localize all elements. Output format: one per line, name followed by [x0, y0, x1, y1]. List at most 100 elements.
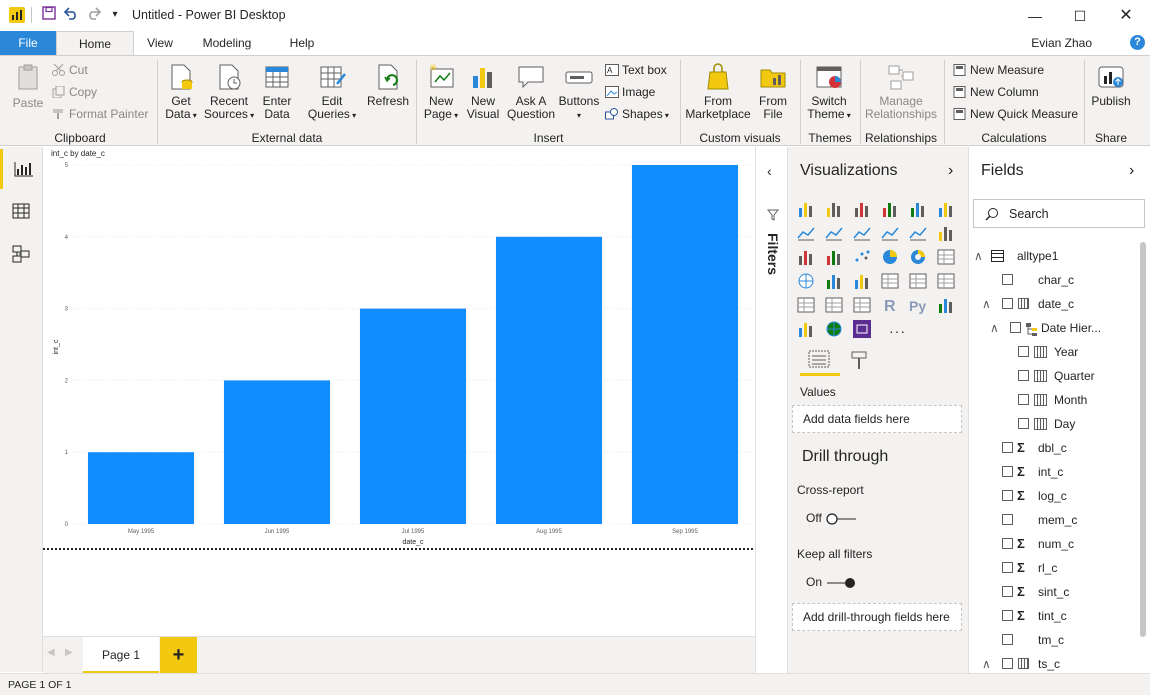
field-item[interactable]: Month	[969, 389, 1139, 411]
filled-map-icon[interactable]	[825, 272, 843, 290]
field-item[interactable]: Σrl_c	[969, 557, 1139, 579]
switch-theme-button[interactable]: Switch Theme ▾	[806, 62, 852, 122]
user-name[interactable]: Evian Zhao	[1031, 36, 1092, 50]
keep-all-filters-toggle[interactable]	[825, 576, 856, 590]
field-item[interactable]: Quarter	[969, 365, 1139, 387]
field-item[interactable]: Σnum_c	[969, 533, 1139, 555]
buttons-button[interactable]: Buttons ▾	[557, 62, 601, 122]
slicer-icon[interactable]	[797, 296, 815, 314]
area-chart-icon[interactable]	[825, 224, 843, 242]
tab-file[interactable]: File	[0, 31, 56, 55]
ask-question-button[interactable]: Ask A Question	[505, 62, 557, 121]
table-visual-icon[interactable]	[825, 296, 843, 314]
field-checkbox[interactable]	[1018, 346, 1029, 357]
field-checkbox[interactable]	[1002, 586, 1013, 597]
matrix-icon[interactable]	[853, 296, 871, 314]
fields-scrollbar[interactable]	[1140, 242, 1146, 637]
field-checkbox[interactable]	[1002, 514, 1013, 525]
prev-page-icon[interactable]: ◀	[47, 647, 55, 658]
field-checkbox[interactable]	[1010, 322, 1021, 333]
stacked-area-chart-icon[interactable]	[853, 224, 871, 242]
field-item[interactable]: Year	[969, 341, 1139, 363]
collapse-fields-icon[interactable]: ›	[1129, 162, 1134, 180]
field-checkbox[interactable]	[1002, 538, 1013, 549]
field-item[interactable]: Σsint_c	[969, 581, 1139, 603]
drill-through-drop-well[interactable]: Add drill-through fields here	[792, 603, 962, 631]
r-visual-icon[interactable]: R	[881, 296, 899, 315]
bar-jun-1995[interactable]	[223, 380, 331, 524]
field-checkbox[interactable]	[1002, 634, 1013, 645]
field-item[interactable]: Σint_c	[969, 461, 1139, 483]
field-checkbox[interactable]	[1002, 658, 1013, 669]
field-item[interactable]: ∧ date_c	[969, 293, 1139, 315]
arcgis-map-icon[interactable]	[825, 320, 843, 338]
scatter-chart-icon[interactable]	[853, 248, 871, 266]
tab-modeling[interactable]: Modeling	[195, 31, 259, 55]
field-item[interactable]: mem_c	[969, 509, 1139, 531]
field-checkbox[interactable]	[1018, 370, 1029, 381]
data-view-button[interactable]	[0, 191, 43, 231]
custom-visual-icon[interactable]	[853, 320, 871, 338]
enter-data-button[interactable]: Enter Data	[258, 62, 296, 121]
python-visual-icon[interactable]: Py	[909, 296, 927, 314]
paste-button[interactable]: Paste	[8, 62, 48, 110]
new-visual-button[interactable]: New Visual	[464, 62, 502, 121]
field-item[interactable]: char_c	[969, 269, 1139, 291]
ribbon-chart-icon[interactable]	[937, 224, 955, 242]
bar-may-1995[interactable]	[87, 452, 195, 524]
new-measure-button[interactable]: New Measure	[953, 61, 1044, 79]
waterfall-chart-icon[interactable]	[797, 248, 815, 266]
field-checkbox[interactable]	[1002, 274, 1013, 285]
key-influencers-icon[interactable]	[937, 296, 955, 314]
field-checkbox[interactable]	[1018, 394, 1029, 405]
collapse-right-icon[interactable]: ›	[948, 162, 953, 180]
redo-icon[interactable]	[85, 6, 103, 24]
expand-left-icon[interactable]: ‹	[767, 163, 772, 179]
tab-view[interactable]: View	[140, 31, 180, 55]
line-chart-icon[interactable]	[797, 224, 815, 242]
stacked-bar-chart-icon[interactable]	[797, 200, 815, 218]
field-checkbox[interactable]	[1002, 442, 1013, 453]
kpi-icon[interactable]	[937, 272, 955, 290]
new-column-button[interactable]: New Column	[953, 83, 1039, 101]
100-stacked-column-chart-icon[interactable]	[937, 200, 955, 218]
field-checkbox[interactable]	[1002, 298, 1013, 309]
multi-row-card-icon[interactable]	[909, 272, 927, 290]
next-page-icon[interactable]: ▶	[65, 647, 73, 658]
tab-help[interactable]: Help	[282, 31, 322, 55]
publish-button[interactable]: Publish	[1088, 62, 1134, 108]
bar-aug-1995[interactable]	[495, 236, 603, 525]
decomposition-tree-icon[interactable]	[797, 320, 815, 338]
image-button[interactable]: Image	[605, 83, 655, 101]
field-item[interactable]: ∧ Date Hier...	[969, 317, 1139, 339]
clustered-column-chart-icon[interactable]	[881, 200, 899, 218]
line-clustered-column-chart-icon[interactable]	[909, 224, 927, 242]
format-paint-roller-icon[interactable]	[850, 350, 868, 369]
refresh-button[interactable]: Refresh	[364, 62, 412, 108]
expand-chevron-icon[interactable]: ∧	[982, 293, 991, 315]
help-icon[interactable]: ?	[1130, 35, 1145, 50]
donut-chart-icon[interactable]	[909, 248, 927, 266]
filters-pane-collapsed[interactable]: ‹ Filters	[755, 147, 788, 673]
card-icon[interactable]	[881, 272, 899, 290]
fields-well-tab-icon[interactable]	[808, 350, 830, 368]
model-view-button[interactable]	[0, 233, 43, 273]
field-item[interactable]: Day	[969, 413, 1139, 435]
cut-button[interactable]: Cut	[52, 61, 88, 79]
field-checkbox[interactable]	[1018, 418, 1029, 429]
maximize-button[interactable]: ☐	[1057, 4, 1103, 28]
text-box-button[interactable]: A Text box	[605, 61, 667, 79]
bar-chart-visual[interactable]: int_c by date_c int_c date_c 0 1 2 3 4 5 May …	[43, 147, 755, 552]
values-drop-well[interactable]: Add data fields here	[792, 405, 962, 433]
add-page-button[interactable]: +	[160, 637, 197, 674]
new-quick-measure-button[interactable]: New Quick Measure	[953, 105, 1078, 123]
gauge-icon[interactable]	[853, 272, 871, 290]
bar-jul-1995[interactable]	[359, 308, 467, 524]
field-item[interactable]: Σtint_c	[969, 605, 1139, 627]
manage-relationships-button[interactable]: Manage Relationships	[864, 62, 938, 121]
expand-chevron-icon[interactable]: ∧	[990, 317, 999, 339]
stacked-column-chart-icon[interactable]	[825, 200, 843, 218]
report-view-button[interactable]	[0, 149, 43, 189]
report-canvas[interactable]: int_c by date_c int_c date_c 0 1 2 3 4 5 May …	[43, 147, 755, 636]
collapse-chevron-icon[interactable]: ∧	[974, 245, 983, 267]
